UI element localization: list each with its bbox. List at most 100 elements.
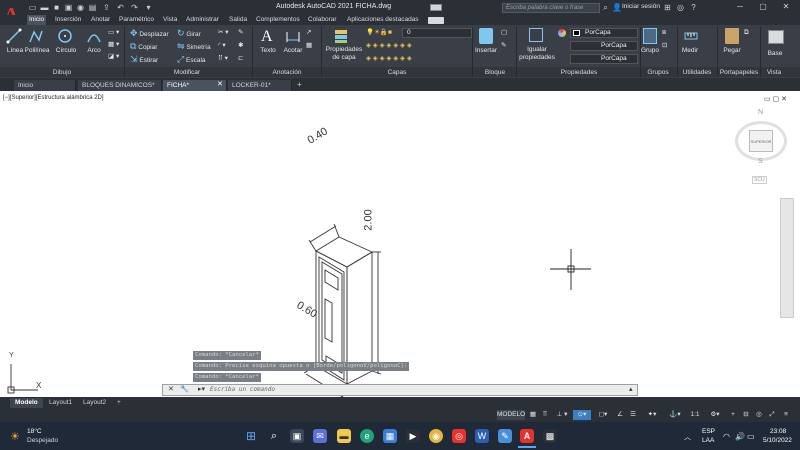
help-icon[interactable]: ? bbox=[689, 3, 698, 12]
leader-icon[interactable]: ↗ bbox=[306, 28, 311, 38]
new-tab-icon[interactable]: + bbox=[297, 80, 302, 89]
linetype-dropdown[interactable]: PorCapa bbox=[570, 41, 638, 51]
windows-start-icon[interactable]: ⊞ bbox=[244, 429, 258, 443]
customize-menu-icon[interactable]: ≡ bbox=[780, 410, 792, 420]
match-properties-button[interactable]: Igualar propiedades bbox=[518, 46, 556, 62]
table-icon[interactable]: ▦ bbox=[306, 41, 312, 51]
erase-icon[interactable]: ✎ bbox=[238, 28, 243, 38]
add-layout-icon[interactable]: + bbox=[112, 398, 126, 408]
undo-icon[interactable]: ↶ bbox=[116, 3, 125, 12]
quick-access-dropdown-icon[interactable]: ▾ bbox=[144, 3, 153, 12]
photo-app-icon[interactable]: ▩ bbox=[543, 429, 557, 443]
blue-app-icon[interactable]: ✎ bbox=[498, 429, 512, 443]
layer-tools-row1-icons[interactable]: ◈ ◈ ◈ ◈ ◈ ◈ ◈ bbox=[366, 41, 412, 51]
insert-button[interactable]: Insertar bbox=[472, 47, 500, 54]
paste-button[interactable]: Pegar bbox=[720, 47, 744, 54]
search-taskbar-icon[interactable]: ⌕ bbox=[267, 429, 281, 443]
ortho-icon[interactable]: ⊥ ▾ bbox=[553, 410, 571, 420]
store-icon[interactable]: ▦ bbox=[383, 429, 397, 443]
tab-inicio[interactable]: Inicio bbox=[27, 15, 47, 25]
command-scroll-icon[interactable]: ▴ bbox=[629, 385, 633, 393]
navigation-bar[interactable] bbox=[780, 198, 794, 318]
word-icon[interactable]: W bbox=[475, 429, 489, 443]
web-icon[interactable]: ◉ bbox=[76, 3, 85, 12]
minimize-icon[interactable]: ─ bbox=[735, 2, 745, 12]
plot-icon[interactable]: ▤ bbox=[88, 3, 97, 12]
otrack-icon[interactable]: ∠ bbox=[615, 410, 625, 420]
rotate-button[interactable]: ↻ Girar bbox=[177, 28, 201, 38]
layer-tools-row2-icons[interactable]: ◈ ◈ ◈ ◈ ◈ ◈ ◈ bbox=[366, 54, 412, 64]
command-customize-icon[interactable]: 🔧 bbox=[180, 385, 189, 393]
media-icon[interactable]: ▶ bbox=[406, 429, 420, 443]
chat-icon[interactable]: ✉ bbox=[313, 429, 327, 443]
transparency-icon[interactable]: ✦▾ bbox=[643, 410, 661, 420]
tray-chevron-icon[interactable]: ︿ bbox=[684, 432, 691, 442]
text-button[interactable]: Texto bbox=[257, 47, 279, 54]
group-edit-icon[interactable]: ⊡ bbox=[662, 41, 667, 51]
panel-label-capas[interactable]: Capas bbox=[322, 68, 472, 77]
polar-icon[interactable]: ⊙▾ bbox=[573, 410, 591, 420]
rectangle-icon[interactable]: ▭ ▾ bbox=[108, 28, 119, 38]
panel-label-modificar[interactable]: Modificar bbox=[124, 68, 250, 77]
new-file-icon[interactable]: ▭ bbox=[28, 3, 37, 12]
tab-anotar[interactable]: Anotar bbox=[89, 15, 112, 25]
viewcube-north[interactable]: N bbox=[758, 109, 763, 116]
copy-button[interactable]: ⧉ Copiar bbox=[130, 41, 157, 51]
tab-insercion[interactable]: Inserción bbox=[53, 15, 83, 25]
panel-label-bloque[interactable]: Bloque bbox=[474, 68, 516, 77]
scale-button[interactable]: ⤢ Escala bbox=[177, 54, 206, 64]
move-button[interactable]: ✥ Desplazar bbox=[130, 28, 169, 38]
tab-complementos[interactable]: Complementos bbox=[254, 15, 302, 25]
command-input[interactable]: Escriba un comando bbox=[210, 385, 275, 395]
arc-button[interactable]: Arco bbox=[84, 47, 104, 54]
color-dropdown[interactable]: PorCapa bbox=[570, 28, 638, 38]
panel-label-propiedades[interactable]: Propiedades bbox=[518, 68, 640, 77]
doc-tab-bloques[interactable]: BLOQUES DINAMICOS* bbox=[78, 80, 162, 91]
autocad-taskbar-icon[interactable]: A bbox=[520, 429, 534, 443]
tab-parametrico[interactable]: Paramétrico bbox=[117, 15, 156, 25]
layout-tab-layout2[interactable]: Layout2 bbox=[78, 398, 111, 408]
viewcube-top-face[interactable]: SUPERIOR bbox=[749, 130, 773, 152]
cart-icon[interactable]: ⊞ bbox=[663, 3, 672, 12]
wcs-menu[interactable]: SCU bbox=[752, 176, 767, 184]
share-icon[interactable]: ⇪ bbox=[102, 3, 111, 12]
fillet-icon[interactable]: ◜ ▾ bbox=[218, 41, 226, 51]
panel-label-dibujo[interactable]: Dibujo bbox=[0, 68, 124, 77]
polyline-button[interactable]: Polilínea bbox=[24, 47, 50, 54]
block-edit-icon[interactable]: ✎ bbox=[501, 41, 506, 51]
doc-tab-inicio[interactable]: Inicio bbox=[14, 80, 76, 91]
copy-clip-icon[interactable]: ⧉ bbox=[744, 28, 749, 38]
isolate-icon[interactable]: ◎ bbox=[754, 410, 764, 420]
trim-icon[interactable]: ✂ ▾ bbox=[218, 28, 229, 38]
hatch-icon[interactable]: ▩ ▾ bbox=[108, 40, 119, 50]
clock-time[interactable]: 23:08 bbox=[770, 428, 786, 435]
maximize-icon[interactable]: ▢ bbox=[758, 2, 768, 12]
panel-label-grupos[interactable]: Grupos bbox=[640, 68, 676, 77]
command-recent-icon[interactable]: ▸▾ bbox=[198, 385, 205, 393]
panel-label-utilidades[interactable]: Utilidades bbox=[677, 68, 717, 77]
volume-icon[interactable]: 🔊 bbox=[735, 432, 745, 441]
offset-icon[interactable]: ⊏ bbox=[238, 54, 243, 64]
panel-label-portapapeles[interactable]: Portapapeles bbox=[718, 68, 760, 77]
search-input[interactable]: Escriba palabra clave o frase bbox=[502, 3, 600, 13]
signin-link[interactable]: Iniciar sesión bbox=[622, 3, 660, 10]
language-indicator-2[interactable]: LAA bbox=[702, 437, 714, 444]
user-icon[interactable]: 👤 bbox=[612, 3, 622, 12]
share-view-icon[interactable] bbox=[430, 4, 442, 11]
file-explorer-icon[interactable]: ▬ bbox=[337, 429, 351, 443]
weather-desc[interactable]: Despejado bbox=[27, 437, 58, 444]
tab-salida[interactable]: Salida bbox=[227, 15, 249, 25]
redo-icon[interactable]: ↷ bbox=[130, 3, 139, 12]
connect-icon[interactable]: ◎ bbox=[676, 3, 685, 12]
base-button[interactable]: Base bbox=[762, 50, 788, 57]
tab-administrar[interactable]: Administrar bbox=[184, 15, 221, 25]
snap-icon[interactable]: ⠿ bbox=[540, 410, 550, 420]
workspace-icon[interactable]: ⚙▾ bbox=[706, 410, 724, 420]
lineweight-dropdown[interactable]: PorCapa bbox=[570, 54, 638, 64]
grid-icon[interactable]: ▦ bbox=[528, 410, 538, 420]
group-button[interactable]: Grupo bbox=[638, 47, 662, 54]
annotation-visibility-icon[interactable]: ⚓▾ bbox=[666, 410, 684, 420]
block-create-icon[interactable]: ▢ bbox=[501, 28, 507, 38]
layout-tab-model[interactable]: Modelo bbox=[10, 398, 43, 408]
ribbon-toggle-icon[interactable] bbox=[428, 17, 444, 24]
